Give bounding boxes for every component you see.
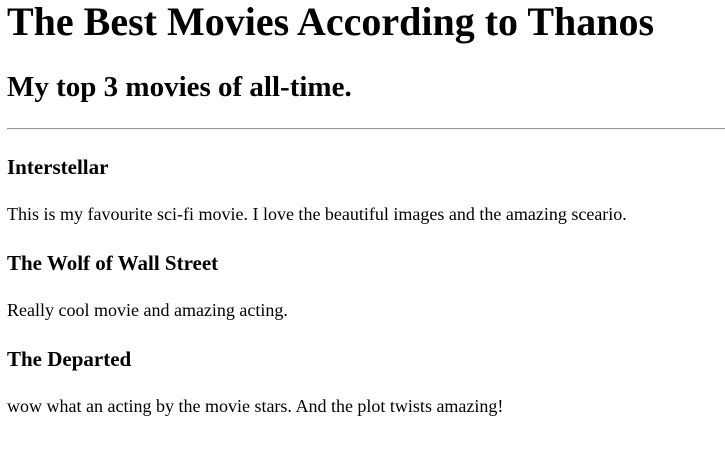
movie-title: The Wolf of Wall Street <box>7 251 219 275</box>
divider <box>7 128 725 130</box>
page-title: The Best Movies According to Thanos <box>7 0 655 44</box>
movie-description: wow what an acting by the movie stars. A… <box>7 396 504 416</box>
movie-description: Really cool movie and amazing acting. <box>7 300 288 320</box>
movie-item-interstellar: Interstellar This is my favourite sci-fi… <box>7 154 719 225</box>
movie-item-wolf-of-wall-street: The Wolf of Wall Street Really cool movi… <box>7 250 719 321</box>
page-subtitle: My top 3 movies of all-time. <box>7 71 352 103</box>
movie-list: Interstellar This is my favourite sci-fi… <box>7 154 719 442</box>
movie-title: Interstellar <box>7 155 109 179</box>
movie-item-the-departed: The Departed wow what an acting by the m… <box>7 346 719 417</box>
page: The Best Movies According to Thanos My t… <box>0 0 725 476</box>
movie-description: This is my favourite sci-fi movie. I lov… <box>7 204 627 224</box>
movie-title: The Departed <box>7 347 132 371</box>
